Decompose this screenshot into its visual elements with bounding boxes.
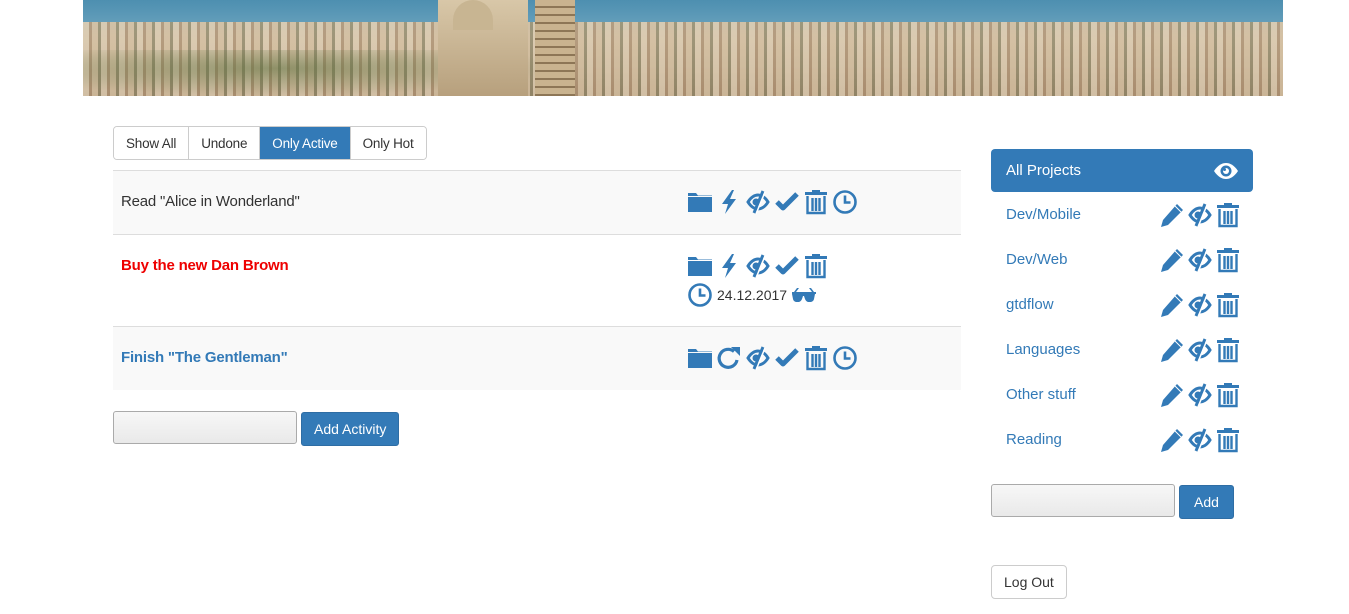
eye-icon[interactable]	[1213, 158, 1239, 184]
activity-row: Finish "The Gentleman"	[113, 326, 961, 390]
bolt-icon[interactable]	[716, 253, 742, 279]
trash-icon[interactable]	[803, 345, 829, 371]
pencil-icon[interactable]	[1159, 427, 1185, 453]
filter-only-hot-button[interactable]: Only Hot	[350, 127, 426, 159]
project-name[interactable]: Reading	[1006, 431, 1062, 448]
clock-icon[interactable]	[832, 345, 858, 371]
bolt-icon[interactable]	[716, 189, 742, 215]
eye-slash-icon[interactable]	[745, 253, 771, 279]
banner-tower	[535, 0, 575, 96]
activity-actions	[687, 327, 858, 390]
all-projects-label: All Projects	[1006, 162, 1082, 179]
check-icon[interactable]	[774, 189, 800, 215]
new-activity-input[interactable]	[113, 411, 297, 444]
trash-icon[interactable]	[1215, 427, 1241, 453]
eye-slash-icon[interactable]	[745, 189, 771, 215]
projects-sidebar: All Projects Dev/Mobile Dev/Web gtdflow …	[991, 149, 1253, 462]
logout-button[interactable]: Log Out	[991, 565, 1067, 599]
clock-icon[interactable]	[687, 282, 713, 308]
project-name[interactable]: Other stuff	[1006, 386, 1076, 403]
eye-slash-icon[interactable]	[745, 345, 771, 371]
activity-title[interactable]: Read "Alice in Wonderland"	[113, 171, 687, 234]
trash-icon[interactable]	[1215, 337, 1241, 363]
project-item: Dev/Mobile	[991, 192, 1253, 237]
refresh-icon[interactable]	[716, 345, 742, 371]
trash-icon[interactable]	[803, 189, 829, 215]
trash-icon[interactable]	[1215, 202, 1241, 228]
folder-icon[interactable]	[687, 189, 713, 215]
project-item: Other stuff	[991, 372, 1253, 417]
activity-row: Buy the new Dan Brown 24.12.2017	[113, 234, 961, 326]
folder-icon[interactable]	[687, 345, 713, 371]
eye-slash-icon[interactable]	[1187, 382, 1213, 408]
glasses-icon[interactable]	[791, 282, 817, 308]
activity-title[interactable]: Buy the new Dan Brown	[113, 235, 687, 326]
eye-slash-icon[interactable]	[1187, 427, 1213, 453]
due-date-row: 24.12.2017	[687, 281, 829, 309]
eye-slash-icon[interactable]	[1187, 202, 1213, 228]
trash-icon[interactable]	[803, 253, 829, 279]
eye-slash-icon[interactable]	[1187, 292, 1213, 318]
project-item: gtdflow	[991, 282, 1253, 327]
trash-icon[interactable]	[1215, 247, 1241, 273]
filter-show-all-button[interactable]: Show All	[114, 127, 190, 159]
activity-actions	[687, 171, 858, 234]
activity-list: Read "Alice in Wonderland" Buy the new D…	[113, 170, 961, 390]
pencil-icon[interactable]	[1159, 337, 1185, 363]
check-icon[interactable]	[774, 253, 800, 279]
project-name[interactable]: Dev/Web	[1006, 251, 1067, 268]
project-item: Reading	[991, 417, 1253, 462]
check-icon[interactable]	[774, 345, 800, 371]
trash-icon[interactable]	[1215, 292, 1241, 318]
clock-icon[interactable]	[832, 189, 858, 215]
trash-icon[interactable]	[1215, 382, 1241, 408]
filter-undone-button[interactable]: Undone	[189, 127, 261, 159]
eye-slash-icon[interactable]	[1187, 337, 1213, 363]
add-activity-form: Add Activity	[113, 411, 400, 446]
project-item: Dev/Web	[991, 237, 1253, 282]
header-banner-image	[83, 0, 1283, 96]
project-name[interactable]: Dev/Mobile	[1006, 206, 1081, 223]
pencil-icon[interactable]	[1159, 202, 1185, 228]
pencil-icon[interactable]	[1159, 247, 1185, 273]
due-date: 24.12.2017	[717, 287, 788, 303]
project-name[interactable]: Languages	[1006, 341, 1080, 358]
activity-row: Read "Alice in Wonderland"	[113, 170, 961, 234]
add-project-form: Add	[991, 484, 1234, 519]
project-item: Languages	[991, 327, 1253, 372]
activity-filter-group: Show All Undone Only Active Only Hot	[113, 126, 427, 160]
project-name[interactable]: gtdflow	[1006, 296, 1054, 313]
filter-only-active-button[interactable]: Only Active	[260, 127, 351, 159]
activity-actions: 24.12.2017	[687, 235, 829, 326]
new-project-input[interactable]	[991, 484, 1175, 517]
pencil-icon[interactable]	[1159, 292, 1185, 318]
add-project-button[interactable]: Add	[1179, 485, 1234, 519]
pencil-icon[interactable]	[1159, 382, 1185, 408]
eye-slash-icon[interactable]	[1187, 247, 1213, 273]
activity-title[interactable]: Finish "The Gentleman"	[113, 327, 687, 390]
all-projects-item[interactable]: All Projects	[991, 149, 1253, 192]
folder-icon[interactable]	[687, 253, 713, 279]
add-activity-button[interactable]: Add Activity	[301, 412, 400, 446]
